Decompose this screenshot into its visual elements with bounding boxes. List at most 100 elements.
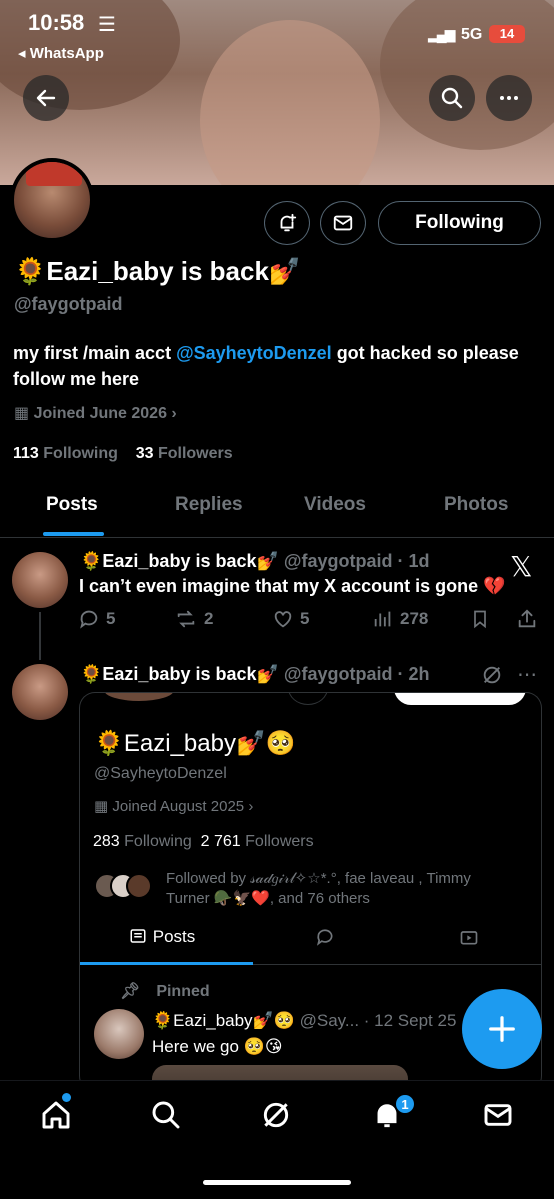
pinned-author-name: 🌻Eazi_baby💅🥺 bbox=[152, 1011, 295, 1030]
post-avatar[interactable] bbox=[12, 552, 68, 608]
card-joined-date: ▦ Joined August 2025 › bbox=[94, 797, 253, 815]
card-followers-count: 2 761 bbox=[200, 833, 241, 850]
status-bar: 10:58 ☰ ◂ WhatsApp ▂▄▆ 5G 14 bbox=[0, 0, 554, 70]
post-author-name[interactable]: 🌻Eazi_baby is back💅 bbox=[80, 551, 279, 571]
search-icon[interactable] bbox=[429, 75, 475, 121]
joined-text: Joined June 2026 bbox=[33, 405, 167, 422]
post-header: 🌻Eazi_baby is back💅 @faygotpaid · 2h bbox=[80, 664, 429, 685]
joined-date[interactable]: ▦ Joined June 2026 › bbox=[14, 403, 177, 423]
compose-button[interactable] bbox=[462, 989, 542, 1069]
reply-icon bbox=[80, 610, 98, 629]
pinned-label: 📌︎ Pinned bbox=[120, 981, 210, 1001]
profile-avatar[interactable] bbox=[10, 158, 94, 242]
posts-icon bbox=[130, 929, 146, 943]
post-header: 🌻Eazi_baby is back💅 @faygotpaid · 1d bbox=[80, 551, 429, 572]
mail-icon[interactable] bbox=[320, 201, 366, 245]
card-tab-indicator bbox=[80, 962, 253, 965]
post-text: I can’t even imagine that my X account i… bbox=[79, 576, 506, 596]
profile-name: 🌻Eazi_baby is back💅 bbox=[14, 256, 302, 286]
card-following-count: 283 bbox=[93, 833, 120, 850]
card-tab-posts-label: Posts bbox=[152, 927, 196, 946]
repost-icon bbox=[177, 610, 195, 628]
reply-button[interactable]: 5 bbox=[78, 608, 115, 630]
pinned-text: Pinned bbox=[156, 983, 210, 1000]
card-follow-counts: 283 Following 2 761 Followers bbox=[93, 833, 314, 851]
bookmark-icon[interactable] bbox=[470, 608, 490, 630]
follow-counts: 113 Following 33 Followers bbox=[13, 445, 233, 463]
focus-icon: ☰ bbox=[98, 14, 116, 36]
tab-active-indicator bbox=[43, 532, 104, 536]
card-following-label: Following bbox=[124, 833, 192, 850]
like-count: 5 bbox=[300, 609, 310, 628]
reply-count: 5 bbox=[106, 609, 116, 628]
profile-bio: my first /main acct @SayheytoDenzel got … bbox=[13, 340, 523, 392]
card-profile-name: 🌻Eazi_baby💅🥺 bbox=[94, 730, 296, 757]
grok-icon[interactable] bbox=[256, 1095, 296, 1135]
thread-line bbox=[39, 612, 41, 660]
followers-count-link[interactable]: 33 Followers bbox=[136, 445, 233, 462]
chevron-right-icon: › bbox=[171, 405, 177, 422]
tab-posts[interactable]: Posts bbox=[46, 494, 98, 516]
card-tab-posts: Posts bbox=[128, 927, 195, 947]
views-button[interactable]: 278 bbox=[372, 608, 428, 630]
x-logo-icon: 𝕏 bbox=[510, 551, 533, 582]
pinned-post-text: Here we go 🥺😘 bbox=[152, 1037, 283, 1056]
notification-add-icon[interactable] bbox=[264, 201, 310, 245]
post-handle-time: @faygotpaid · 1d bbox=[283, 551, 430, 571]
search-icon[interactable] bbox=[146, 1095, 186, 1135]
home-unread-dot bbox=[62, 1093, 71, 1102]
following-label: Following bbox=[43, 445, 118, 462]
bio-text-start: my first /main acct bbox=[13, 343, 177, 363]
repost-button[interactable]: 2 bbox=[174, 608, 213, 630]
pinned-post-avatar bbox=[94, 1009, 144, 1059]
home-icon[interactable] bbox=[36, 1095, 76, 1135]
back-arrow-icon[interactable] bbox=[23, 75, 69, 121]
share-icon[interactable] bbox=[516, 608, 538, 630]
card-joined-text: Joined August 2025 bbox=[112, 798, 245, 815]
card-avatar-peek bbox=[104, 693, 174, 701]
network-type: 5G bbox=[461, 26, 483, 43]
card-tab-media-icon bbox=[458, 927, 480, 952]
notifications-badge: 1 bbox=[394, 1093, 416, 1115]
calendar-icon: ▦ bbox=[14, 405, 30, 422]
pin-icon: 📌︎ bbox=[120, 983, 141, 1000]
signal-icon: ▂▄▆ bbox=[428, 26, 455, 42]
followers-label: Followers bbox=[157, 445, 233, 462]
followers-count: 33 bbox=[135, 445, 154, 462]
mail-icon[interactable] bbox=[478, 1095, 518, 1135]
back-to-app[interactable]: ◂ WhatsApp bbox=[18, 44, 104, 62]
post-handle-time: @faygotpaid · 2h bbox=[283, 664, 430, 684]
following-button[interactable]: Following bbox=[378, 201, 541, 245]
views-icon bbox=[374, 611, 391, 627]
following-count-link[interactable]: 113 Following bbox=[13, 445, 118, 462]
chevron-right-icon: › bbox=[248, 798, 254, 815]
tab-videos[interactable]: Videos bbox=[304, 494, 366, 516]
more-icon[interactable]: ⋯ bbox=[517, 662, 537, 687]
post-avatar[interactable] bbox=[12, 664, 68, 720]
like-button[interactable]: 5 bbox=[272, 608, 309, 630]
card-profile-handle: @SayheytoDenzel bbox=[94, 765, 227, 782]
post-author-name[interactable]: 🌻Eazi_baby is back💅 bbox=[80, 664, 279, 684]
bio-mention-link[interactable]: @SayheytoDenzel bbox=[176, 343, 332, 363]
grok-icon[interactable] bbox=[481, 664, 503, 691]
card-tabs: Posts bbox=[80, 913, 541, 965]
following-count: 113 bbox=[13, 445, 39, 462]
views-count: 278 bbox=[400, 609, 429, 628]
repost-count: 2 bbox=[204, 609, 214, 628]
followed-by-avatars bbox=[94, 873, 154, 901]
profile-handle: @faygotpaid bbox=[14, 294, 123, 314]
more-icon[interactable] bbox=[486, 75, 532, 121]
like-icon bbox=[274, 611, 292, 628]
tab-photos[interactable]: Photos bbox=[444, 494, 508, 516]
card-icon-button-peek bbox=[288, 693, 328, 705]
card-followers-label: Followers bbox=[245, 833, 314, 850]
followed-by-text: Followed by 𝓈𝒶𝒹𝑔𝒾𝓇𝓁✧☆*.°, fae laveau , T… bbox=[166, 870, 471, 907]
home-indicator bbox=[203, 1180, 351, 1185]
card-tab-replies-icon bbox=[314, 927, 336, 952]
tab-replies[interactable]: Replies bbox=[175, 494, 243, 516]
plus-icon bbox=[489, 1016, 515, 1042]
status-time: 10:58 bbox=[28, 10, 85, 35]
post-actions: 5 2 5 278 bbox=[78, 608, 540, 634]
profile-tabs: Posts Replies Videos Photos bbox=[0, 480, 554, 538]
calendar-icon: ▦ bbox=[94, 798, 109, 815]
